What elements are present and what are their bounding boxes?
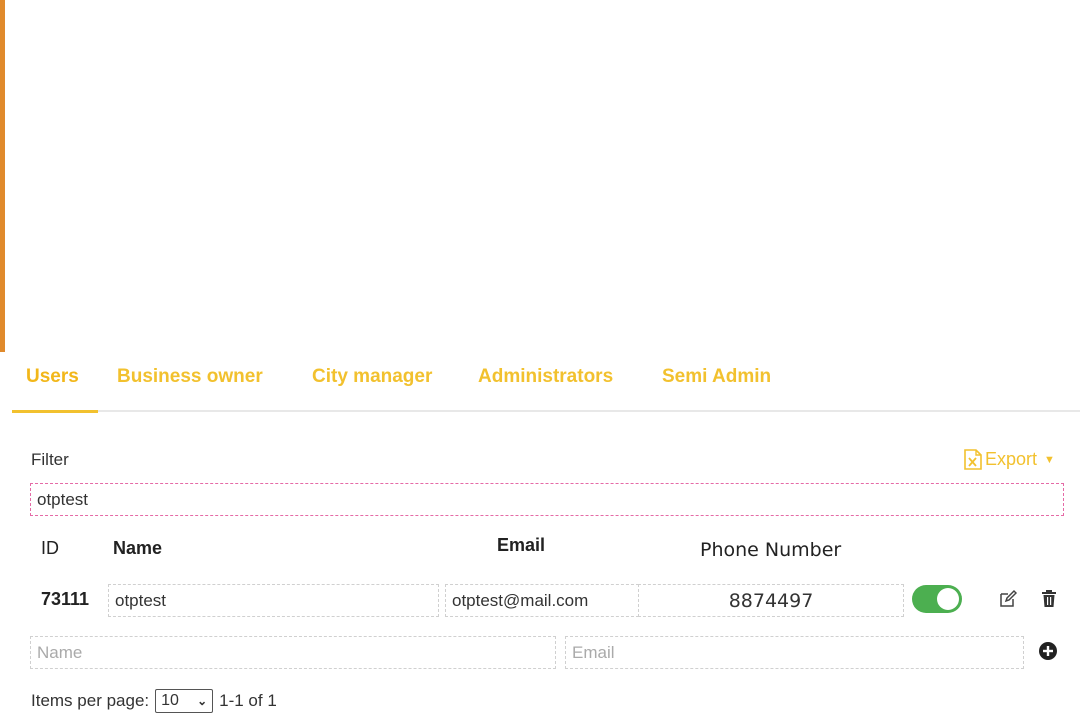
active-tab-indicator: [12, 410, 98, 413]
toggle-knob: [937, 588, 959, 610]
page-size-select[interactable]: 10 ⌄: [155, 689, 214, 713]
edit-icon[interactable]: [998, 589, 1018, 609]
excel-file-icon: [964, 449, 982, 470]
export-label: Export: [985, 449, 1038, 469]
row-name-input[interactable]: [108, 584, 439, 617]
export-button[interactable]: Export ▼: [964, 449, 1055, 470]
caret-down-icon: ▼: [1044, 453, 1055, 466]
filter-label: Filter: [31, 450, 69, 469]
column-header-phone: Phone Number: [700, 539, 842, 561]
chevron-down-icon: ⌄: [197, 694, 208, 708]
row-enabled-toggle[interactable]: [912, 585, 962, 613]
tab-administrators[interactable]: Administrators: [478, 366, 613, 388]
row-email-input[interactable]: [445, 584, 639, 617]
column-header-id: ID: [41, 538, 59, 558]
tab-business-owner[interactable]: Business owner: [117, 366, 263, 388]
row-phone-input[interactable]: [638, 584, 904, 617]
tab-users[interactable]: Users: [26, 366, 79, 388]
page-size-value: 10: [161, 692, 179, 709]
filter-input[interactable]: [30, 483, 1064, 516]
new-name-input[interactable]: [30, 636, 556, 669]
column-header-email: Email: [497, 535, 546, 555]
sidebar-edge: [0, 0, 5, 352]
pagination: Items per page: 10 ⌄ 1-1 of 1: [31, 689, 277, 713]
page-range: 1-1 of 1: [219, 691, 277, 710]
trash-icon[interactable]: [1040, 589, 1060, 609]
items-per-page-label: Items per page:: [31, 691, 150, 710]
role-tabs: Users Business owner City manager Admini…: [12, 356, 1080, 413]
new-email-input[interactable]: [565, 636, 1024, 669]
tab-semi-admin[interactable]: Semi Admin: [662, 366, 771, 388]
column-header-name: Name: [113, 538, 163, 558]
row-id: 73111: [41, 589, 90, 609]
add-circle-icon[interactable]: [1038, 641, 1058, 661]
tab-city-manager[interactable]: City manager: [312, 366, 432, 388]
